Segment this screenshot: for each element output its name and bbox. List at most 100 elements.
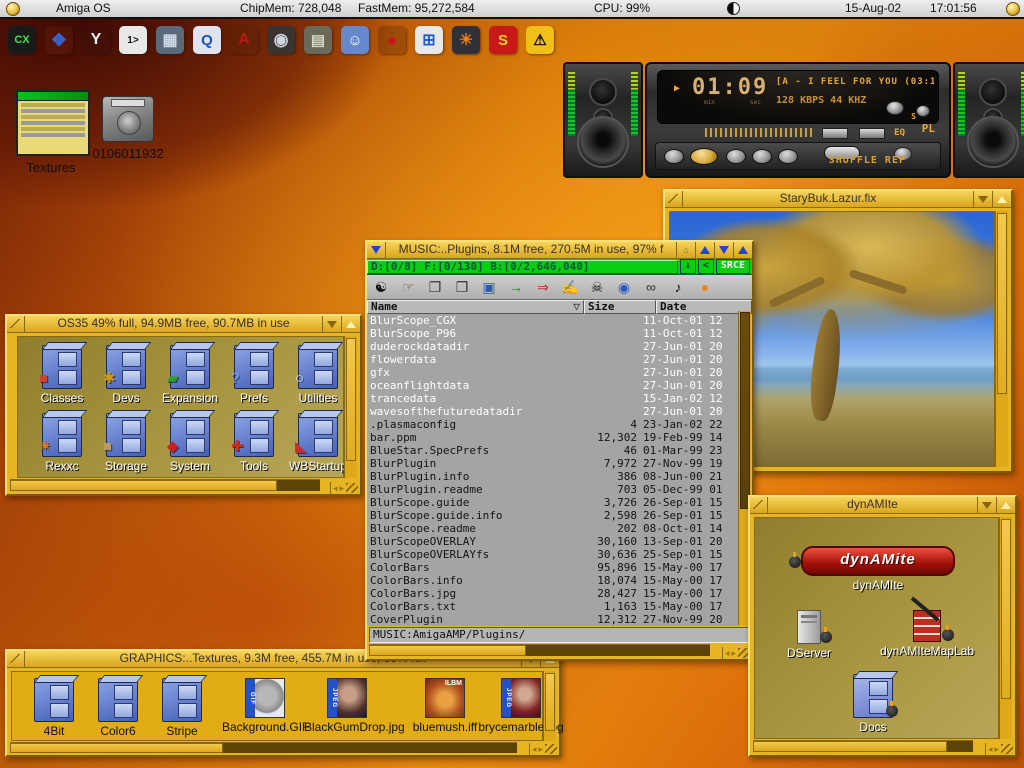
horizontal-scrollbar[interactable] bbox=[369, 644, 710, 656]
graphics-icon-background.gif[interactable]: GIFBackground.GIF bbox=[222, 678, 308, 734]
depth-gadget-icon[interactable] bbox=[973, 191, 992, 207]
close-gadget-icon[interactable] bbox=[665, 191, 683, 207]
graphics-icon-color6[interactable]: Color6 bbox=[90, 678, 146, 738]
harddisk-icon[interactable] bbox=[102, 96, 154, 142]
file-row[interactable]: ColorBars.jpg28,42715-May-00 17 bbox=[367, 587, 739, 600]
file-row[interactable]: BlurScopeOVERLAYfs30,63625-Sep-01 15 bbox=[367, 548, 739, 561]
menubar-title[interactable]: Amiga OS bbox=[56, 1, 111, 15]
apple-dock-icon[interactable]: ● bbox=[378, 26, 406, 54]
os35-icon-tools[interactable]: ✚Tools bbox=[224, 413, 284, 473]
superman-dock-icon[interactable]: S bbox=[489, 26, 517, 54]
mui-balls-dock-icon[interactable]: ❖ bbox=[45, 26, 73, 54]
os35-icon-expansion[interactable]: ▰Expansion bbox=[160, 345, 220, 405]
file-row[interactable]: gfx27-Jun-01 20 bbox=[367, 366, 739, 379]
shuffle-rep-label[interactable]: SHUFFLE REP bbox=[829, 155, 906, 166]
file-row[interactable]: duderockdatadir27-Jun-01 20 bbox=[367, 340, 739, 353]
calculator-dock-icon[interactable]: ▦ bbox=[156, 26, 184, 54]
sound-icon[interactable]: ♪ bbox=[666, 277, 690, 297]
down-gadget-icon[interactable] bbox=[714, 242, 733, 258]
balance-knob[interactable] bbox=[886, 101, 904, 115]
zoom-gadget-icon[interactable] bbox=[996, 497, 1015, 513]
file-row[interactable]: BlurPlugin.info38608-Jun-00 21 bbox=[367, 470, 739, 483]
up-gadget-icon[interactable] bbox=[695, 242, 714, 258]
file-row[interactable]: BlurScope.guide.info2,59826-Sep-01 15 bbox=[367, 509, 739, 522]
search-dock-icon[interactable]: Q bbox=[193, 26, 221, 54]
horizontal-scrollbar[interactable] bbox=[10, 742, 517, 753]
file-row[interactable]: bar.ppm12,30219-Feb-99 14 bbox=[367, 431, 739, 444]
move-as-icon[interactable]: ⇒ bbox=[531, 277, 555, 297]
view-eye-icon[interactable]: ◉ bbox=[612, 277, 636, 297]
volume-slider[interactable] bbox=[822, 128, 848, 139]
file-row[interactable]: BlurPlugin.readme70305-Dec-99 01 bbox=[367, 483, 739, 496]
zoom-gadget-icon[interactable] bbox=[733, 242, 752, 258]
lock-gadget-icon[interactable]: ⌂ bbox=[676, 242, 695, 258]
os35-icon-wbstartup[interactable]: ◣WBStartup bbox=[288, 413, 348, 473]
workbench-logo-icon[interactable] bbox=[6, 2, 20, 16]
os35-icon-storage[interactable]: ■Storage bbox=[96, 413, 156, 473]
play-button[interactable] bbox=[690, 148, 718, 165]
dynamite-icon-dynamite[interactable]: dynAMitedynAMIte bbox=[793, 546, 963, 592]
playlist-button[interactable]: PL bbox=[922, 122, 935, 135]
zoom-gadget-icon[interactable] bbox=[341, 316, 360, 332]
textures-icon-label[interactable]: Textures bbox=[16, 160, 86, 175]
dynamite-icon-dynamitemaplab[interactable]: dynAMIteMapLab bbox=[867, 610, 987, 658]
horizontal-scrollbar[interactable] bbox=[10, 479, 320, 491]
scroll-arrows[interactable]: ◂▸ bbox=[330, 482, 360, 494]
prev-button[interactable] bbox=[664, 149, 684, 164]
screen-depth-gadget-icon[interactable] bbox=[1006, 2, 1020, 16]
stop-button[interactable] bbox=[752, 149, 772, 164]
depth-gadget-icon[interactable] bbox=[322, 316, 341, 332]
file-row[interactable]: BlurPlugin7,97227-Nov-99 19 bbox=[367, 457, 739, 470]
shell-dock-icon[interactable]: 1> bbox=[119, 26, 147, 54]
close-gadget-icon[interactable] bbox=[750, 497, 768, 513]
eq-button[interactable]: EQ bbox=[894, 128, 905, 138]
dynamite-icon-docs[interactable]: Docs bbox=[833, 674, 913, 734]
file-row[interactable]: flowerdata27-Jun-01 20 bbox=[367, 353, 739, 366]
file-row[interactable]: BlurScope.guide3,72626-Sep-01 15 bbox=[367, 496, 739, 509]
depth-gadget-icon[interactable] bbox=[977, 497, 996, 513]
parent-dir-button[interactable]: < bbox=[698, 259, 714, 274]
rename-icon[interactable]: ✍ bbox=[558, 277, 582, 297]
music-titlebar[interactable]: MUSIC:..Plugins, 8.1M free, 270.5M in us… bbox=[367, 242, 752, 259]
os35-icon-rexxc[interactable]: ✷Rexxc bbox=[32, 413, 92, 473]
file-row[interactable]: BlueStar.SpecPrefs4601-Mar-99 23 bbox=[367, 444, 739, 457]
vertical-scrollbar[interactable] bbox=[543, 671, 556, 741]
file-row[interactable]: ColorBars.info18,07415-May-00 17 bbox=[367, 574, 739, 587]
scroll-to-bottom-button[interactable]: ↓ bbox=[680, 259, 696, 274]
size-column-header[interactable]: Size bbox=[584, 300, 656, 314]
name-column-header[interactable]: Name▽ bbox=[367, 300, 584, 314]
file-row[interactable]: ColorBars95,89615-May-00 17 bbox=[367, 561, 739, 574]
graphics-icon-4bit[interactable]: 4Bit bbox=[26, 678, 82, 738]
os35-icon-utilities[interactable]: ○Utilities bbox=[288, 345, 348, 405]
close-gadget-icon[interactable] bbox=[7, 651, 25, 667]
file-row[interactable]: oceanflightdata27-Jun-01 20 bbox=[367, 379, 739, 392]
starybuk-titlebar[interactable]: StaryBuk.Lazur.fix bbox=[665, 191, 1011, 208]
file-row[interactable]: BlurScope_P9611-Oct-01 12 bbox=[367, 327, 739, 340]
dynamite-titlebar[interactable]: dynAMIte bbox=[750, 497, 1015, 514]
next-button[interactable] bbox=[778, 149, 798, 164]
scroll-arrows[interactable]: ◂▸ bbox=[985, 743, 1015, 755]
iconify-gadget-icon[interactable] bbox=[367, 242, 386, 258]
file-row[interactable]: BlurScope_CGX11-Oct-01 12 bbox=[367, 314, 739, 327]
balance-slider[interactable] bbox=[859, 128, 885, 139]
path-field[interactable]: MUSIC:AmigaAMP/Plugins/ bbox=[369, 627, 750, 643]
vertical-scrollbar[interactable] bbox=[344, 336, 357, 478]
pause-button[interactable] bbox=[726, 149, 746, 164]
os35-titlebar[interactable]: OS35 49% full, 94.9MB free, 90.7MB in us… bbox=[7, 316, 360, 333]
move-icon[interactable]: → bbox=[504, 277, 528, 297]
file-row[interactable]: .plasmaconfig423-Jan-02 22 bbox=[367, 418, 739, 431]
os35-icon-classes[interactable]: ■Classes bbox=[32, 345, 92, 405]
cx-monitor-dock-icon[interactable]: CX bbox=[8, 26, 36, 54]
cd-dock-icon[interactable]: ◉ bbox=[267, 26, 295, 54]
horizontal-scrollbar[interactable] bbox=[753, 740, 973, 752]
file-row[interactable]: trancedata15-Jan-02 12 bbox=[367, 392, 739, 405]
s-knob[interactable] bbox=[916, 105, 930, 117]
macos-dock-icon[interactable]: ☺ bbox=[341, 26, 369, 54]
file-row[interactable]: wavesofthefuturedatadir27-Jun-01 20 bbox=[367, 405, 739, 418]
read-glasses-icon[interactable]: ∞ bbox=[639, 277, 663, 297]
glass-dock-icon[interactable]: Y bbox=[82, 26, 110, 54]
hand-point-icon[interactable]: ☞ bbox=[396, 277, 420, 297]
fireball-dock-icon[interactable]: ☀ bbox=[452, 26, 480, 54]
copy-as-icon[interactable]: ❒ bbox=[450, 277, 474, 297]
file-row[interactable]: ColorBars.txt1,16315-May-00 17 bbox=[367, 600, 739, 613]
